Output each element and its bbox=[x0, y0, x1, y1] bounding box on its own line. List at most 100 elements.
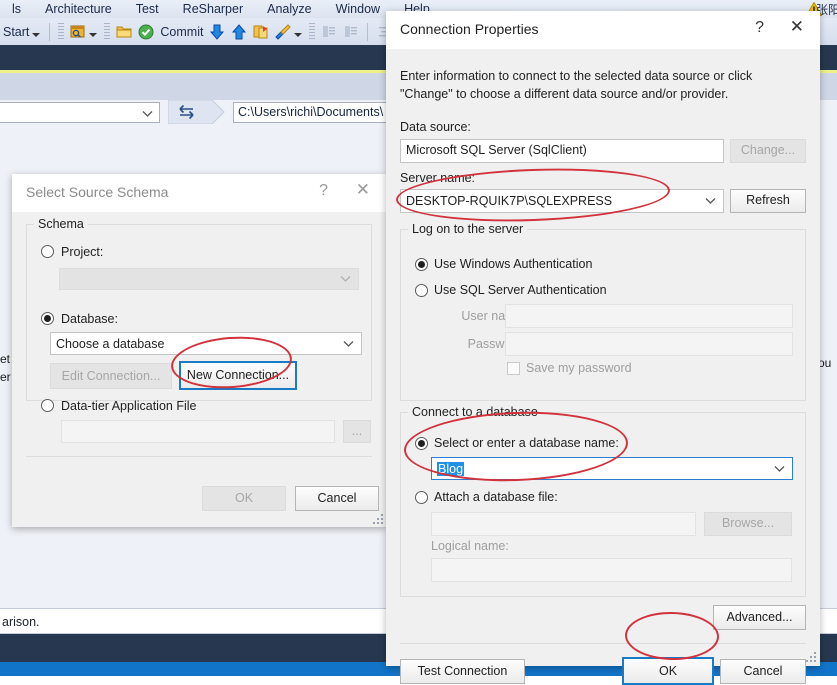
menu-item-test[interactable]: Test bbox=[124, 0, 171, 18]
menu-item-label: ReSharper bbox=[182, 2, 244, 16]
close-icon[interactable]: ✕ bbox=[356, 181, 370, 199]
menu-item-window[interactable]: Window bbox=[324, 0, 392, 18]
server-name-value: DESKTOP-RQUIK7P\SQLEXPRESS bbox=[406, 194, 613, 208]
password-input[interactable] bbox=[505, 332, 793, 356]
connect-db-groupbox-label: Connect to a database bbox=[408, 405, 542, 419]
logical-name-input[interactable] bbox=[431, 558, 792, 582]
editor-edge-text-1: et bbox=[0, 352, 11, 366]
help-icon[interactable]: ? bbox=[755, 19, 764, 37]
connection-cancel-button[interactable]: Cancel bbox=[720, 659, 806, 684]
browse-database-file-button[interactable]: Browse... bbox=[704, 512, 792, 536]
menu-item-label: Test bbox=[135, 2, 159, 16]
radio-sql-authentication[interactable] bbox=[415, 284, 428, 297]
schema-ok-button[interactable]: OK bbox=[202, 486, 286, 511]
radio-data-tier-application-file[interactable] bbox=[41, 399, 54, 412]
radio-attach-database-file[interactable] bbox=[415, 491, 428, 504]
database-name-value: Blog bbox=[437, 462, 465, 476]
schema-dialog-title: Select Source Schema bbox=[26, 184, 169, 200]
advanced-label: Advanced... bbox=[726, 610, 793, 624]
toolbar-grip[interactable] bbox=[309, 22, 316, 41]
attach-database-path-input[interactable] bbox=[431, 512, 696, 536]
schema-dialog-divider bbox=[26, 456, 372, 457]
schema-cancel-button[interactable]: Cancel bbox=[295, 486, 379, 511]
data-tier-path-input[interactable] bbox=[61, 420, 335, 443]
toolbar-grip[interactable] bbox=[58, 22, 65, 41]
radio-windows-authentication-label: Use Windows Authentication bbox=[434, 257, 593, 271]
commit-button[interactable]: Commit bbox=[157, 25, 206, 39]
upload-arrow-icon[interactable] bbox=[230, 23, 248, 41]
start-debug-dropdown-icon[interactable] bbox=[32, 32, 41, 37]
menu-item-resharper[interactable]: ReSharper bbox=[171, 0, 255, 18]
new-connection-button[interactable]: New Connection... bbox=[179, 361, 297, 390]
select-source-schema-dialog: Select Source Schema ? ✕ Schema Project:… bbox=[12, 174, 386, 527]
connection-ok-button[interactable]: OK bbox=[622, 657, 714, 685]
data-source-input[interactable]: Microsoft SQL Server (SqlClient) bbox=[400, 139, 724, 163]
connection-dialog-body: Enter information to connect to the sele… bbox=[386, 49, 820, 685]
logical-name-label: Logical name: bbox=[431, 539, 509, 553]
menu-item-label: Window bbox=[335, 2, 381, 16]
radio-windows-authentication[interactable] bbox=[415, 258, 428, 271]
connection-properties-dialog: Connection Properties ? ✕ Enter informat… bbox=[386, 11, 820, 685]
commit-check-icon[interactable] bbox=[137, 23, 155, 41]
save-password-checkbox[interactable] bbox=[507, 362, 520, 375]
refresh-server-label: Refresh bbox=[746, 193, 790, 207]
server-name-combo[interactable]: DESKTOP-RQUIK7P\SQLEXPRESS bbox=[400, 189, 724, 213]
schema-cancel-label: Cancel bbox=[317, 491, 357, 505]
schema-ok-label: OK bbox=[234, 491, 254, 505]
project-combo[interactable] bbox=[59, 268, 359, 290]
help-icon[interactable]: ? bbox=[319, 182, 328, 200]
radio-select-database-name-label: Select or enter a database name: bbox=[434, 436, 619, 450]
radio-project-label: Project: bbox=[61, 245, 104, 259]
download-arrow-icon[interactable] bbox=[208, 23, 226, 41]
menu-item-label: ls bbox=[12, 2, 22, 16]
chevron-down-icon bbox=[343, 337, 354, 351]
start-debug-button[interactable]: Start bbox=[0, 25, 32, 39]
edit-connection-button[interactable]: Edit Connection... bbox=[50, 363, 172, 389]
status-line-text: arison. bbox=[2, 615, 40, 629]
connection-description: Enter information to connect to the sele… bbox=[400, 69, 753, 101]
resize-grip[interactable] bbox=[805, 651, 816, 662]
test-connection-button[interactable]: Test Connection bbox=[400, 659, 525, 684]
menu-item-analyze[interactable]: Analyze bbox=[255, 0, 323, 18]
folder-icon[interactable] bbox=[115, 23, 133, 41]
toolbar-grip[interactable] bbox=[104, 22, 111, 41]
refactor-icon[interactable] bbox=[252, 23, 270, 41]
browse-database-file-label: Browse... bbox=[721, 516, 775, 530]
menu-item-tools[interactable]: ls bbox=[0, 0, 33, 18]
user-name-input[interactable] bbox=[505, 304, 793, 328]
comment-lines-icon[interactable] bbox=[320, 23, 338, 41]
radio-select-database-name[interactable] bbox=[415, 437, 428, 450]
refresh-server-button[interactable]: Refresh bbox=[730, 189, 806, 213]
radio-database-label: Database: bbox=[61, 312, 118, 326]
change-data-source-button[interactable]: Change... bbox=[730, 139, 806, 163]
radio-project[interactable] bbox=[41, 245, 54, 258]
chevron-down-icon bbox=[705, 194, 716, 208]
search-window-icon[interactable] bbox=[69, 23, 87, 41]
radio-data-tier-label: Data-tier Application File bbox=[61, 399, 197, 413]
connection-cancel-label: Cancel bbox=[743, 664, 783, 678]
schema-dialog-titlebar[interactable]: Select Source Schema ? ✕ bbox=[12, 174, 386, 212]
data-tier-browse-button[interactable]: ... bbox=[343, 420, 371, 443]
tools-dropdown-icon[interactable] bbox=[294, 32, 303, 37]
compare-swap-control[interactable] bbox=[167, 99, 230, 125]
search-dropdown-icon[interactable] bbox=[89, 32, 98, 37]
server-name-label: Server name: bbox=[400, 171, 476, 185]
compare-left-combo[interactable] bbox=[0, 102, 160, 123]
menu-item-label: Architecture bbox=[45, 2, 112, 16]
close-icon[interactable]: ✕ bbox=[790, 18, 804, 36]
edit-connection-label: Edit Connection... bbox=[61, 369, 161, 383]
database-combo[interactable]: Choose a database bbox=[50, 332, 362, 355]
editor-edge-text-right: ou bbox=[818, 356, 832, 370]
tools-hammer-icon[interactable] bbox=[274, 23, 292, 41]
radio-database[interactable] bbox=[41, 312, 54, 325]
menu-item-label: Analyze bbox=[267, 2, 312, 16]
resize-grip[interactable] bbox=[372, 513, 383, 524]
data-source-label: Data source: bbox=[400, 120, 471, 134]
connection-ok-label: OK bbox=[658, 664, 678, 678]
database-name-combo[interactable]: Blog bbox=[431, 457, 793, 480]
advanced-button[interactable]: Advanced... bbox=[713, 605, 806, 630]
change-data-source-label: Change... bbox=[740, 143, 796, 157]
connection-dialog-titlebar[interactable]: Connection Properties ? ✕ bbox=[386, 11, 820, 49]
uncomment-lines-icon[interactable] bbox=[342, 23, 360, 41]
menu-item-architecture[interactable]: Architecture bbox=[33, 0, 124, 18]
